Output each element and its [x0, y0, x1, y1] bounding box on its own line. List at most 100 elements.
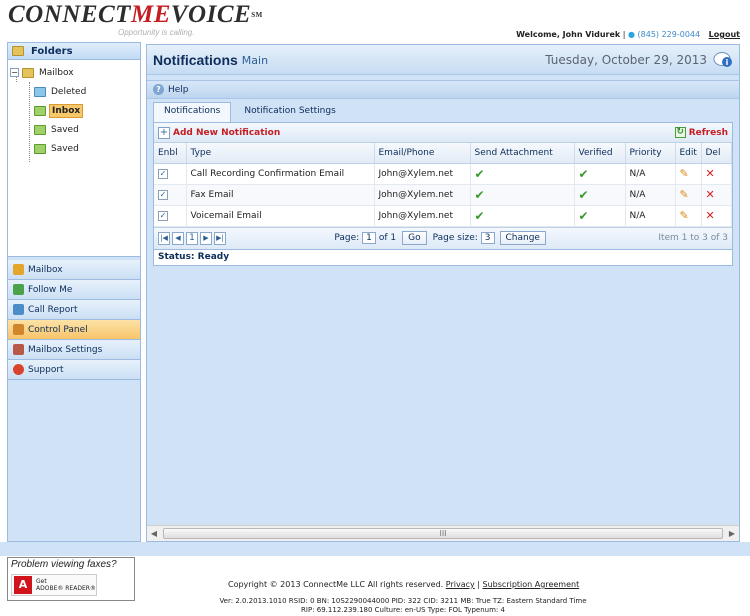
col-priority[interactable]: Priority — [625, 143, 676, 164]
col-type[interactable]: Type — [186, 143, 375, 164]
collapse-icon[interactable]: − — [10, 68, 19, 77]
connectmevoice-logo: CONNECTMEVOICESM Opportunity is calling. — [8, 1, 263, 38]
notifications-table: Enbl Type Email/Phone Send Attachment Ve… — [154, 143, 732, 227]
add-icon[interactable]: + — [158, 126, 170, 139]
get-adobe-reader-button[interactable]: A Get ADOBE® READER® — [11, 574, 97, 596]
last-page-icon[interactable]: ▶| — [214, 231, 226, 245]
support-icon — [13, 364, 24, 375]
sidebar-item-mailbox-settings[interactable]: Mailbox Settings — [8, 340, 140, 360]
go-button[interactable]: Go — [402, 231, 427, 245]
delete-icon[interactable]: ✕ — [706, 188, 715, 201]
tagline: Opportunity is calling. — [118, 28, 195, 37]
page-number-button[interactable]: 1 — [186, 231, 198, 245]
adobe-logo-icon: A — [14, 576, 32, 594]
welcome-bar: Welcome, John Vidurek | ● (845) 229-0044… — [516, 30, 740, 39]
page-title-bar: Notifications Main Tuesday, October 29, … — [147, 45, 739, 75]
folders-icon — [12, 46, 24, 56]
edit-pencil-icon[interactable]: ✎ — [680, 188, 689, 201]
prev-page-icon[interactable]: ◀ — [172, 231, 184, 245]
check-icon: ✔ — [578, 187, 589, 202]
next-page-icon[interactable]: ▶ — [200, 231, 212, 245]
check-icon: ✔ — [474, 166, 485, 181]
page-input[interactable]: 1 — [362, 232, 376, 244]
logout-link[interactable]: Logout — [709, 30, 740, 39]
refresh-button[interactable]: ↻ Refresh — [674, 127, 728, 138]
adobe-reader-promo: Problem viewing faxes? A Get ADOBE® READE… — [7, 557, 135, 601]
status-bar: Status: Ready — [153, 249, 733, 266]
folder-icon — [22, 67, 34, 78]
table-row[interactable]: ✓ Fax Email John@Xylem.net ✔ ✔ N/A ✎ ✕ — [154, 184, 732, 206]
table-row[interactable]: ✓ Voicemail Email John@Xylem.net ✔ ✔ N/A… — [154, 205, 732, 227]
item-count-info: Item 1 to 3 of 3 — [658, 233, 728, 243]
edit-pencil-icon[interactable]: ✎ — [680, 209, 689, 222]
help-icon: ? — [153, 84, 164, 95]
sidebar-item-call-report[interactable]: Call Report — [8, 300, 140, 320]
sidebar-item-follow-me[interactable]: Follow Me — [8, 280, 140, 300]
edit-pencil-icon[interactable]: ✎ — [680, 167, 689, 180]
enabled-checkbox[interactable]: ✓ — [158, 168, 168, 179]
sidebar-nav: Mailbox Follow Me Call Report Control Pa… — [8, 260, 140, 380]
page-label: Page: — [334, 233, 360, 243]
scroll-left-icon[interactable]: ◀ — [147, 529, 161, 538]
first-page-icon[interactable]: |◀ — [158, 231, 170, 245]
copyright-line: Copyright © 2013 ConnectMe LLC All right… — [228, 580, 580, 589]
scroll-right-icon[interactable]: ▶ — [725, 529, 739, 538]
privacy-link[interactable]: Privacy — [446, 580, 475, 589]
col-send-attachment[interactable]: Send Attachment — [470, 143, 575, 164]
enabled-checkbox[interactable]: ✓ — [158, 210, 168, 221]
pager: |◀ ◀ 1 ▶ ▶| Page: 1 of 1 Go Page size: 3… — [154, 226, 732, 249]
notifications-grid: + Add New Notification ↻ Refresh Enbl Ty… — [153, 122, 733, 250]
follow-me-icon — [13, 284, 24, 295]
tree-item-inbox[interactable]: Inbox — [8, 101, 140, 120]
check-icon: ✔ — [474, 208, 485, 223]
bottom-band — [0, 542, 750, 556]
delete-icon[interactable]: ✕ — [706, 167, 715, 180]
skype-icon: ● — [628, 30, 635, 39]
table-row[interactable]: ✓ Call Recording Confirmation Email John… — [154, 163, 732, 185]
delete-icon[interactable]: ✕ — [706, 209, 715, 222]
tree-item-mailbox[interactable]: − Mailbox — [8, 63, 140, 82]
enabled-checkbox[interactable]: ✓ — [158, 189, 168, 200]
change-button[interactable]: Change — [499, 231, 546, 245]
page-size-label: Page size: — [432, 233, 478, 243]
tree-item-saved-2[interactable]: Saved — [8, 139, 140, 158]
left-sidebar: Folders − Mailbox Deleted Inbox Saved Sa… — [7, 42, 141, 542]
col-edit[interactable]: Edit — [675, 143, 702, 164]
inbox-folder-icon — [34, 105, 46, 116]
col-enbl[interactable]: Enbl — [154, 143, 187, 164]
folder-tree: − Mailbox Deleted Inbox Saved Saved — [8, 60, 140, 257]
phone-number[interactable]: (845) 229-0044 — [638, 30, 701, 39]
help-bubble-icon[interactable]: i — [713, 51, 733, 69]
help-bar[interactable]: ? Help — [147, 80, 739, 99]
control-panel-icon — [13, 324, 24, 335]
horizontal-scrollbar[interactable]: ◀ III ▶ — [147, 525, 739, 541]
tab-notifications[interactable]: Notifications — [153, 102, 232, 122]
saved-folder-icon — [34, 143, 46, 154]
main-panel: Notifications Main Tuesday, October 29, … — [146, 44, 740, 542]
page-of-label: of 1 — [378, 233, 397, 243]
check-icon: ✔ — [578, 166, 589, 181]
version-info: Ver: 2.0.2013.1010 RSID: 0 BN: 10S229004… — [219, 597, 587, 614]
deleted-folder-icon — [34, 86, 46, 97]
refresh-icon: ↻ — [674, 127, 686, 138]
call-report-icon — [13, 304, 24, 315]
tab-strip: Notifications Notification Settings — [147, 102, 739, 122]
col-verified[interactable]: Verified — [574, 143, 626, 164]
subscription-agreement-link[interactable]: Subscription Agreement — [483, 580, 580, 589]
tab-notification-settings[interactable]: Notification Settings — [233, 102, 346, 122]
scroll-thumb[interactable]: III — [163, 528, 723, 539]
help-label: Help — [168, 84, 189, 95]
tree-item-deleted[interactable]: Deleted — [8, 82, 140, 101]
folders-header: Folders — [8, 43, 140, 60]
col-del[interactable]: Del — [701, 143, 732, 164]
sidebar-item-mailbox[interactable]: Mailbox — [8, 260, 140, 280]
saved-folder-icon — [34, 124, 46, 135]
add-new-notification-button[interactable]: Add New Notification — [173, 128, 280, 138]
sidebar-item-support[interactable]: Support — [8, 360, 140, 380]
col-email-phone[interactable]: Email/Phone — [374, 143, 471, 164]
sidebar-item-control-panel[interactable]: Control Panel — [8, 320, 140, 340]
current-date: Tuesday, October 29, 2013 — [545, 52, 707, 67]
page-size-input[interactable]: 3 — [480, 232, 495, 244]
tree-item-saved[interactable]: Saved — [8, 120, 140, 139]
mailbox-settings-icon — [13, 344, 24, 355]
